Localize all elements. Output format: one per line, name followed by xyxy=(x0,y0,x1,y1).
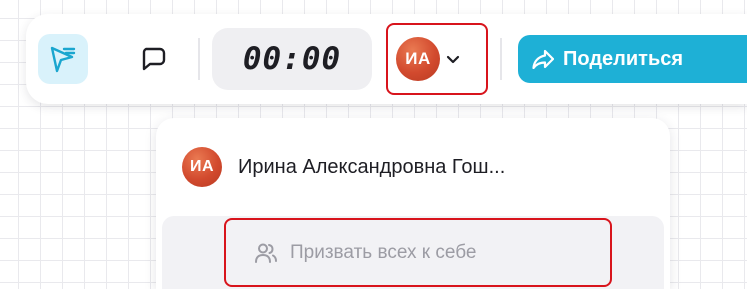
users-icon xyxy=(255,243,277,263)
summon-all-label: Призвать всех к себе xyxy=(290,241,477,263)
timer[interactable]: 00:00 xyxy=(212,28,372,90)
user-row: ИА Ирина Александровна Гош... xyxy=(182,144,505,190)
user-switcher[interactable]: ИА xyxy=(386,23,488,95)
toolbar-divider xyxy=(500,38,502,80)
comment-tool-button[interactable] xyxy=(128,34,178,84)
pointer-icon xyxy=(50,46,76,73)
avatar: ИА xyxy=(396,37,440,81)
top-toolbar: 00:00 ИА Поделиться xyxy=(26,14,747,104)
avatar: ИА xyxy=(182,147,222,187)
toolbar-divider xyxy=(198,38,200,80)
select-tool-button[interactable] xyxy=(38,34,88,84)
comment-icon xyxy=(142,47,166,71)
share-arrow-icon xyxy=(532,49,554,69)
chevron-down-icon xyxy=(446,54,460,64)
user-dropdown: ИА Ирина Александровна Гош... Призвать в… xyxy=(156,118,670,289)
summon-all-button[interactable]: Призвать всех к себе xyxy=(224,218,612,287)
share-button[interactable]: Поделиться xyxy=(518,35,747,83)
user-name: Ирина Александровна Гош... xyxy=(238,155,506,178)
share-button-label: Поделиться xyxy=(563,47,684,70)
